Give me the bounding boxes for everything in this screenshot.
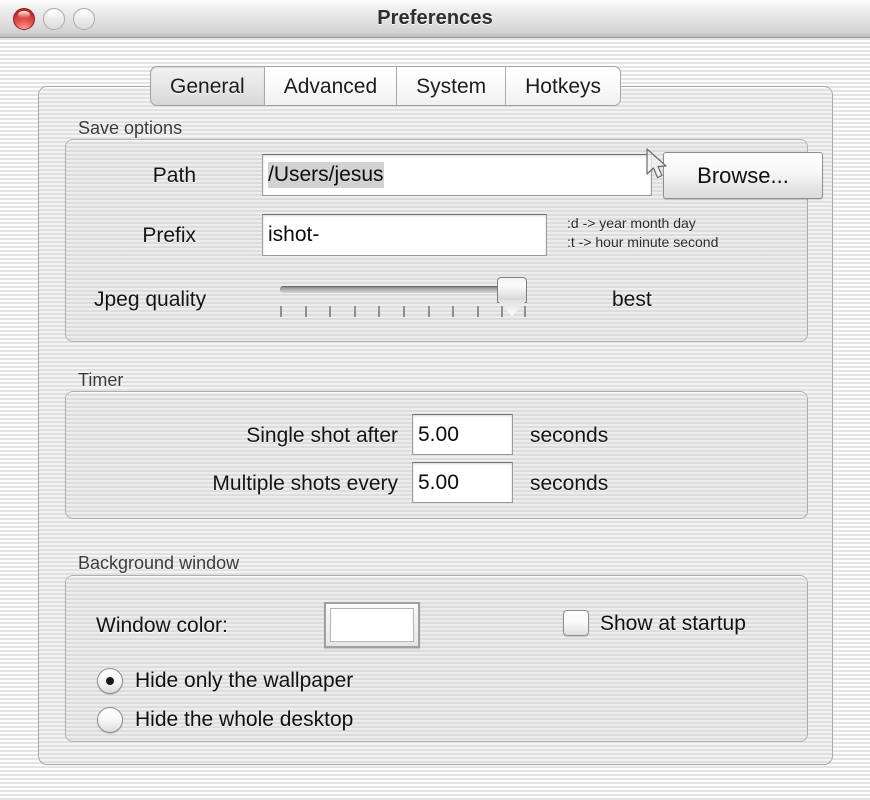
path-label: Path <box>152 164 196 187</box>
tab-bar: General Advanced System Hotkeys <box>150 66 621 106</box>
path-input[interactable]: /Users/jesus <box>262 154 652 196</box>
single-shot-label: Single shot after <box>246 424 398 447</box>
jpeg-quality-value-label: best <box>612 288 652 311</box>
tab-panel-general: Save options Path /Users/jesus Browse...… <box>38 86 833 765</box>
tab-general[interactable]: General <box>150 66 265 106</box>
jpeg-quality-label: Jpeg quality <box>94 288 207 311</box>
single-shot-unit: seconds <box>530 424 609 447</box>
prefix-hint-time: :t -> hour minute second <box>567 234 719 250</box>
single-shot-input[interactable]: 5.00 <box>412 414 513 455</box>
slider-ticks <box>280 306 526 318</box>
multiple-shots-label: Multiple shots every <box>212 472 398 495</box>
prefix-hint-date: :d -> year month day <box>567 215 696 231</box>
tab-advanced[interactable]: Advanced <box>264 66 398 106</box>
background-window-group: Window color: Show at startup Hide only … <box>65 575 808 742</box>
slider-track[interactable] <box>280 286 526 293</box>
jpeg-quality-slider[interactable] <box>280 277 527 320</box>
timer-group-label: Timer <box>78 370 124 390</box>
window-title: Preferences <box>377 7 493 29</box>
timer-group: Single shot after 5.00 seconds Multiple … <box>65 391 808 519</box>
save-options-group: Path /Users/jesus Browse... Prefix ishot… <box>65 139 823 342</box>
prefix-input[interactable]: ishot- <box>262 214 547 256</box>
window-color-swatch <box>330 608 414 642</box>
radio-hide-wallpaper-label[interactable]: Hide only the wallpaper <box>135 669 353 693</box>
radio-hide-wallpaper[interactable] <box>97 668 123 694</box>
multiple-shots-value: 5.00 <box>418 470 459 494</box>
multiple-shots-unit: seconds <box>530 472 609 495</box>
window-titlebar: Preferences <box>0 0 870 38</box>
single-shot-value: 5.00 <box>418 422 459 446</box>
radio-hide-desktop-label[interactable]: Hide the whole desktop <box>135 708 353 732</box>
show-at-startup-checkbox[interactable] <box>563 610 589 636</box>
preferences-window: Preferences General Advanced System Hotk… <box>0 0 870 800</box>
tab-system[interactable]: System <box>397 66 507 106</box>
background-window-group-label: Background window <box>78 553 240 573</box>
prefix-label: Prefix <box>142 224 196 247</box>
window-color-well[interactable] <box>324 602 420 648</box>
save-options-group-label: Save options <box>78 118 183 138</box>
tab-hotkeys[interactable]: Hotkeys <box>506 66 621 106</box>
browse-button[interactable]: Browse... <box>663 152 823 199</box>
slider-thumb[interactable] <box>497 277 527 303</box>
path-input-value: /Users/jesus <box>268 162 384 188</box>
multiple-shots-input[interactable]: 5.00 <box>412 462 513 503</box>
radio-hide-desktop[interactable] <box>97 707 123 733</box>
prefix-input-value: ishot- <box>268 223 320 246</box>
window-color-label: Window color: <box>96 614 228 637</box>
show-at-startup-label[interactable]: Show at startup <box>600 612 746 636</box>
